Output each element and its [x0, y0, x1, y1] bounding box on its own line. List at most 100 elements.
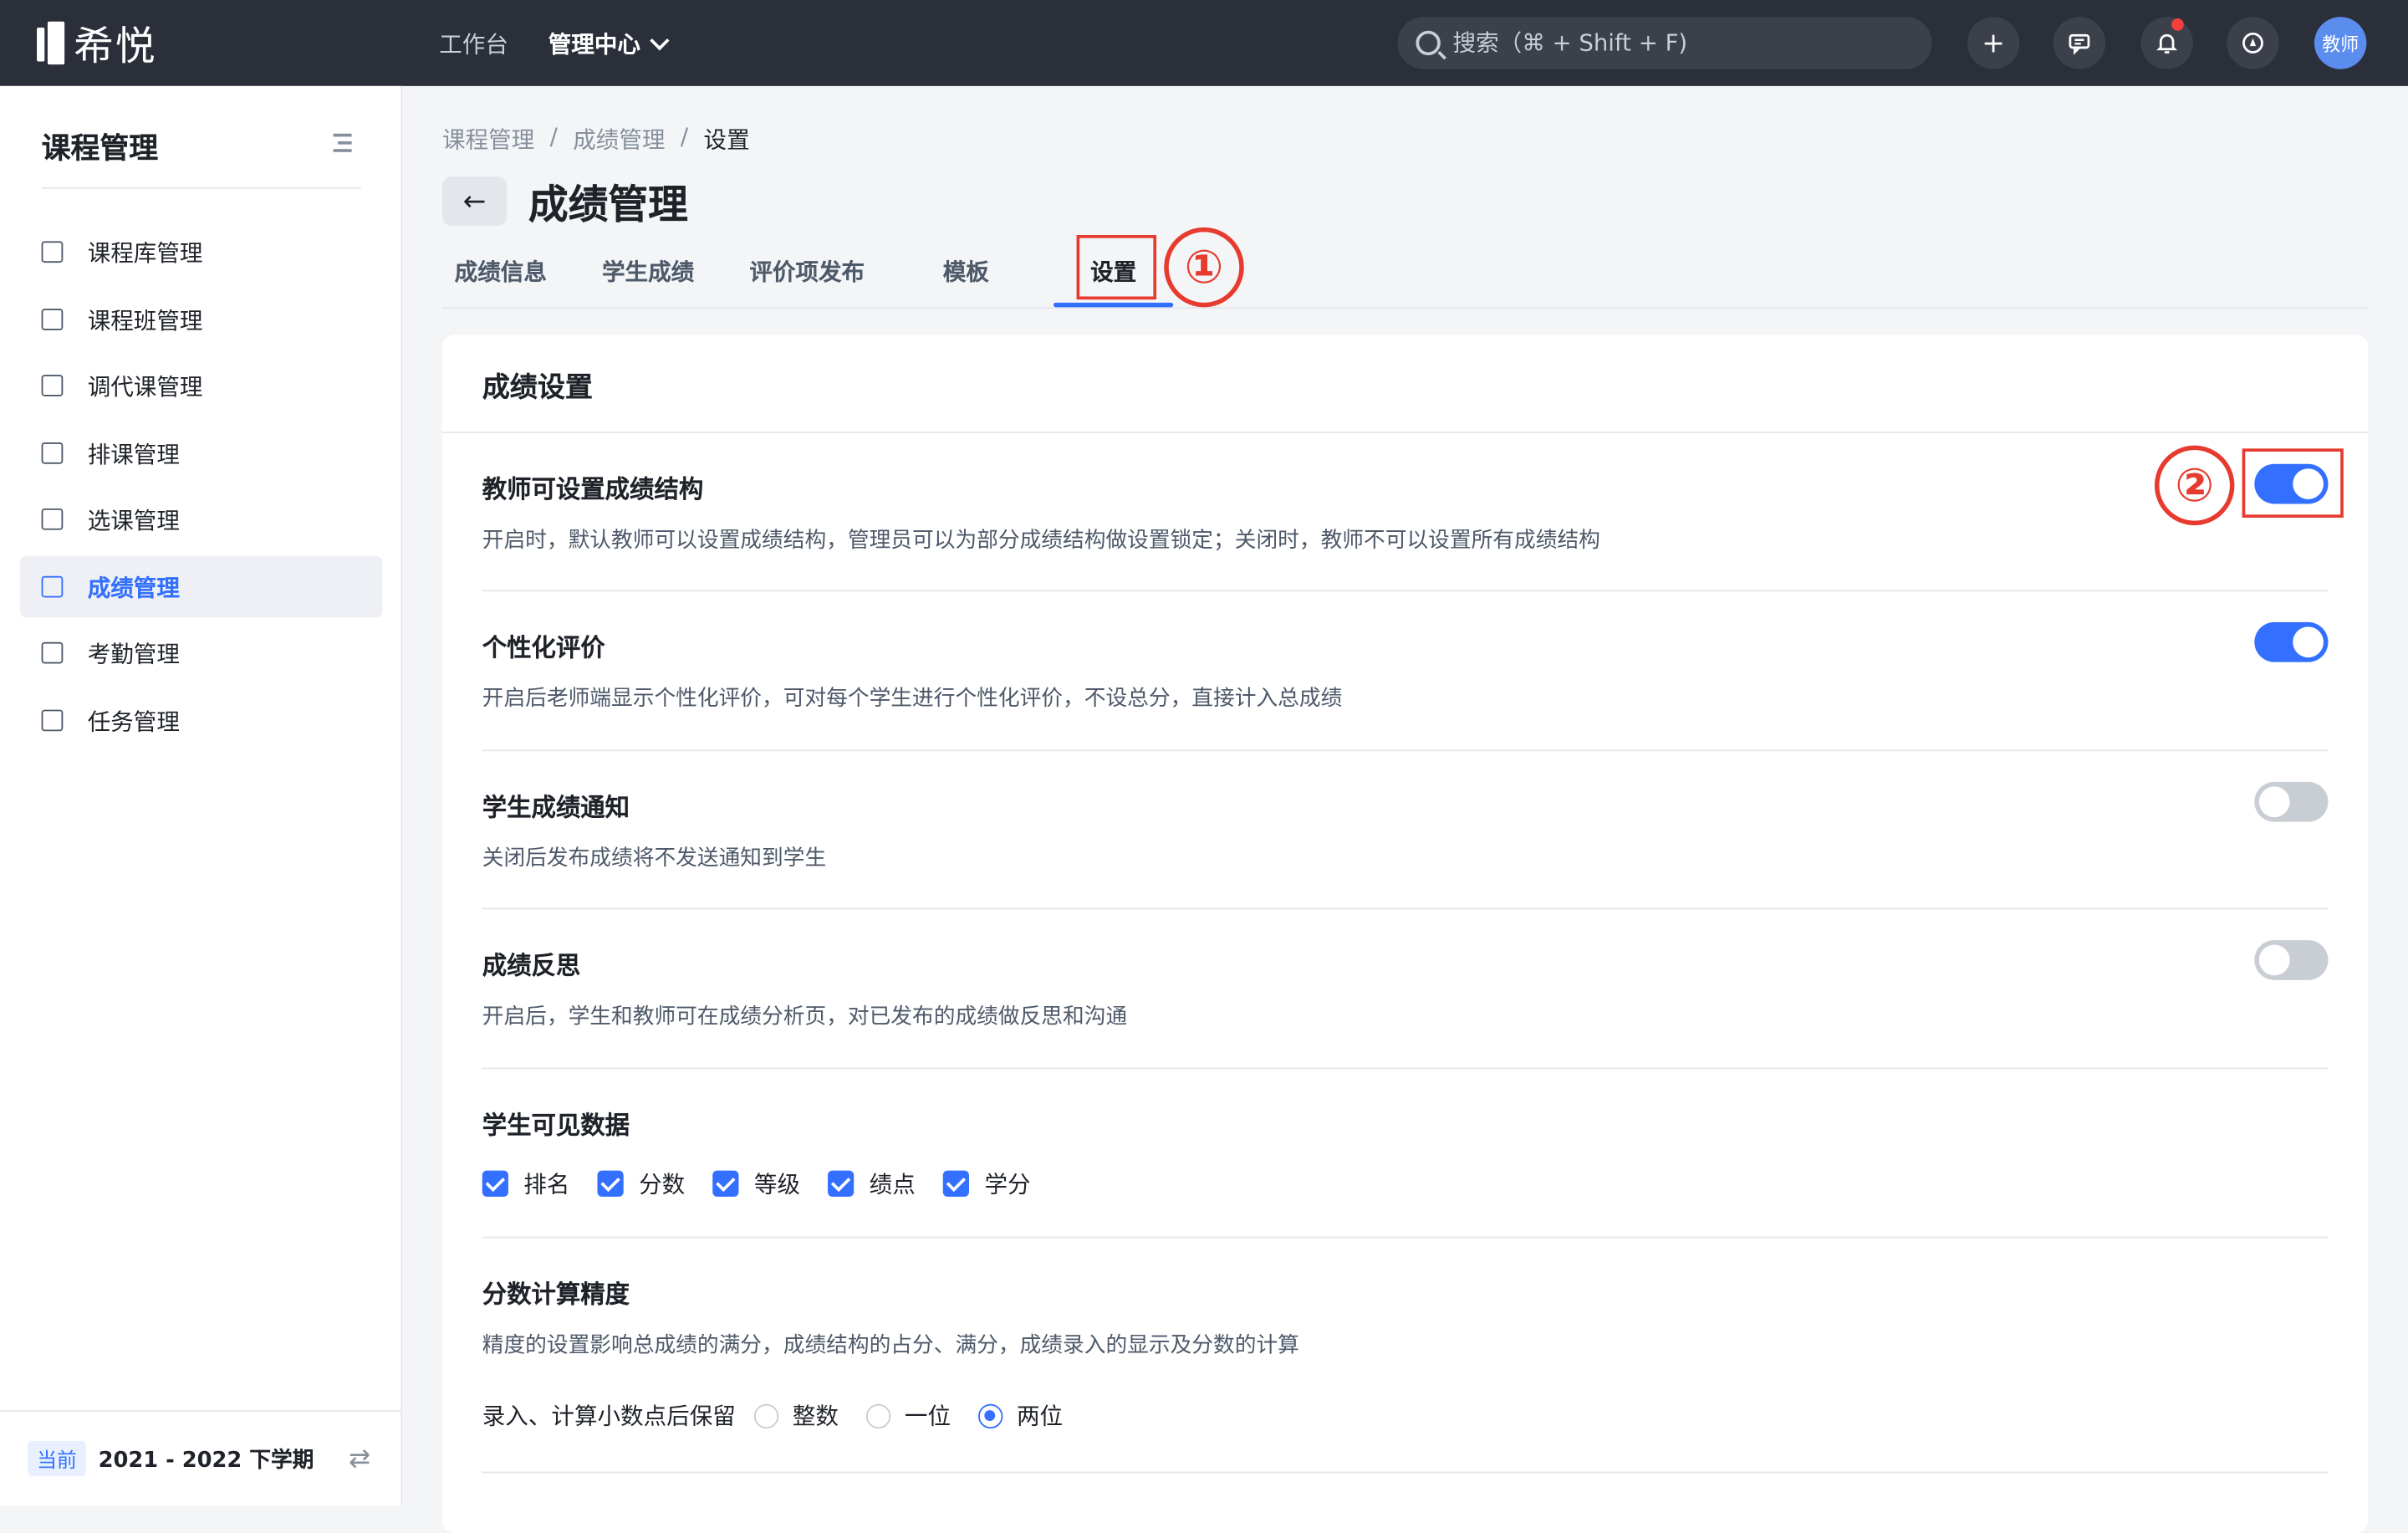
- switch-term-icon[interactable]: ⇄: [349, 1444, 370, 1475]
- grade-notification-toggle[interactable]: [2254, 781, 2329, 822]
- search-box[interactable]: [1397, 17, 1932, 69]
- back-button[interactable]: ←: [441, 176, 508, 226]
- row-divider: [482, 1471, 2329, 1474]
- row-divider: [482, 1067, 2329, 1070]
- tab-grade-info[interactable]: 成绩信息: [455, 255, 547, 288]
- top-bar: 希悦 工作台 管理中心 + 教师: [0, 0, 2408, 86]
- arrow-left-icon: ←: [462, 185, 487, 217]
- compass-icon: [2242, 33, 2263, 54]
- setting-description: 开启时，默认教师可以设置成绩结构，管理员可以为部分成绩结构做设置锁定；关闭时，教…: [482, 528, 1600, 554]
- logo-icon: [37, 21, 65, 65]
- task-icon: [41, 709, 64, 732]
- setting-title: 学生成绩通知: [482, 792, 630, 822]
- breadcrumb-grade-mgmt[interactable]: 成绩管理: [573, 123, 665, 156]
- precision-label: 录入、计算小数点后保留: [482, 1402, 736, 1430]
- sidebar-item-label: 成绩管理: [87, 574, 180, 602]
- sidebar-item-label: 排课管理: [87, 440, 180, 468]
- setting-title: 个性化评价: [482, 632, 605, 662]
- checkbox-gpa[interactable]: 绩点: [828, 1168, 916, 1200]
- checkbox-rank[interactable]: 排名: [482, 1168, 570, 1200]
- toggle-knob: [2258, 786, 2290, 818]
- checkbox-label: 绩点: [869, 1170, 916, 1198]
- settings-card-title: 成绩设置: [482, 371, 593, 405]
- row-divider: [482, 907, 2329, 910]
- tab-evaluation-publish[interactable]: 评价项发布: [749, 255, 865, 288]
- search-icon: [1416, 30, 1441, 56]
- setting-description: 开启后老师端显示个性化评价，可对每个学生进行个性化评价，不设总分，直接计入总成绩: [482, 687, 1343, 712]
- visible-data-options: 排名 分数 等级 绩点 学分: [482, 1168, 1031, 1200]
- precision-radio-group: 录入、计算小数点后保留 整数 一位 两位: [482, 1399, 1063, 1432]
- notification-button[interactable]: [2140, 17, 2193, 69]
- message-button[interactable]: [2053, 17, 2106, 69]
- current-term: 2021 - 2022 下学期: [98, 1448, 314, 1473]
- add-button[interactable]: +: [1967, 17, 2020, 69]
- sidebar: 课程管理 课程库管理 课程班管理 调代课管理 排课管理 选课管理 成绩管理 考勤…: [0, 85, 403, 1505]
- radio-one-decimal[interactable]: 一位: [865, 1399, 951, 1432]
- message-icon: [2069, 33, 2090, 55]
- tab-template[interactable]: 模板: [943, 255, 989, 288]
- sidebar-item-select-course[interactable]: 选课管理: [20, 488, 382, 549]
- attendance-icon: [41, 641, 64, 664]
- sidebar-item-course-class[interactable]: 课程班管理: [20, 289, 382, 350]
- row-divider: [482, 1236, 2329, 1239]
- checkbox-checked-icon: [597, 1170, 624, 1197]
- sidebar-item-label: 选课管理: [87, 506, 180, 534]
- radio-label: 两位: [1017, 1402, 1064, 1430]
- search-input[interactable]: [1449, 28, 1917, 59]
- setting-description: 关闭后发布成绩将不发送通知到学生: [482, 846, 827, 871]
- annotation-step-one: ①: [1164, 227, 1244, 308]
- row-divider: [482, 749, 2329, 752]
- setting-title: 成绩反思: [482, 950, 581, 980]
- breadcrumb-course-mgmt[interactable]: 课程管理: [442, 123, 534, 156]
- tab-student-grades[interactable]: 学生成绩: [602, 255, 694, 288]
- chevron-down-icon: [650, 30, 670, 50]
- sidebar-item-label: 任务管理: [87, 707, 180, 735]
- collapse-sidebar-icon[interactable]: [329, 132, 353, 154]
- user-avatar[interactable]: 教师: [2314, 17, 2367, 69]
- checkbox-label: 排名: [523, 1170, 570, 1198]
- settings-card: 成绩设置 教师可设置成绩结构 开启时，默认教师可以设置成绩结构，管理员可以为部分…: [441, 335, 2369, 1533]
- sidebar-item-label: 课程班管理: [87, 306, 203, 335]
- checkbox-score[interactable]: 分数: [597, 1168, 685, 1200]
- checkbox-label: 等级: [753, 1170, 801, 1198]
- nav-workbench[interactable]: 工作台: [439, 27, 508, 59]
- annotation-highlight-toggle: [2242, 448, 2344, 518]
- checkbox-credit[interactable]: 学分: [942, 1168, 1031, 1200]
- substitute-icon: [41, 375, 64, 396]
- visible-data-title: 学生可见数据: [482, 1110, 630, 1140]
- plus-icon: +: [1982, 27, 2005, 59]
- nav-admin-center[interactable]: 管理中心: [548, 27, 670, 59]
- sidebar-item-substitute[interactable]: 调代课管理: [20, 355, 382, 416]
- sidebar-item-schedule[interactable]: 排课管理: [20, 422, 382, 483]
- current-term-tag: 当前: [28, 1440, 86, 1477]
- nav-admin-label: 管理中心: [548, 29, 640, 58]
- course-library-icon: [41, 241, 64, 263]
- radio-icon: [865, 1403, 891, 1428]
- personalized-evaluation-toggle[interactable]: [2254, 621, 2329, 662]
- app-name: 希悦: [74, 23, 157, 70]
- radio-integer[interactable]: 整数: [753, 1399, 839, 1432]
- sidebar-item-attendance[interactable]: 考勤管理: [20, 622, 382, 683]
- toggle-knob: [2293, 626, 2324, 658]
- app-switch-button[interactable]: [2227, 17, 2279, 69]
- breadcrumb: 课程管理 / 成绩管理 / 设置: [442, 123, 750, 156]
- sidebar-item-task[interactable]: 任务管理: [20, 690, 382, 751]
- checkbox-level[interactable]: 等级: [712, 1168, 800, 1200]
- radio-label: 整数: [792, 1402, 839, 1430]
- app-logo[interactable]: 希悦: [37, 18, 156, 70]
- annotation-highlight-tab: [1076, 235, 1157, 300]
- setting-description: 开启后，学生和教师可在成绩分析页，对已发布的成绩做反思和沟通: [482, 1004, 1128, 1030]
- radio-selected-icon: [978, 1403, 1003, 1428]
- checkbox-checked-icon: [482, 1170, 508, 1197]
- select-course-icon: [41, 508, 64, 530]
- setting-title: 教师可设置成绩结构: [482, 474, 704, 504]
- breadcrumb-current: 设置: [703, 125, 750, 154]
- radio-two-decimals[interactable]: 两位: [978, 1399, 1063, 1432]
- sidebar-item-course-library[interactable]: 课程库管理: [20, 221, 382, 282]
- row-divider: [482, 590, 2329, 592]
- toggle-knob: [2258, 944, 2290, 976]
- breadcrumb-separator: /: [549, 122, 558, 151]
- term-selector[interactable]: 当前 2021 - 2022 下学期: [28, 1440, 314, 1477]
- grade-reflection-toggle[interactable]: [2254, 940, 2329, 980]
- sidebar-item-grade[interactable]: 成绩管理: [19, 555, 383, 618]
